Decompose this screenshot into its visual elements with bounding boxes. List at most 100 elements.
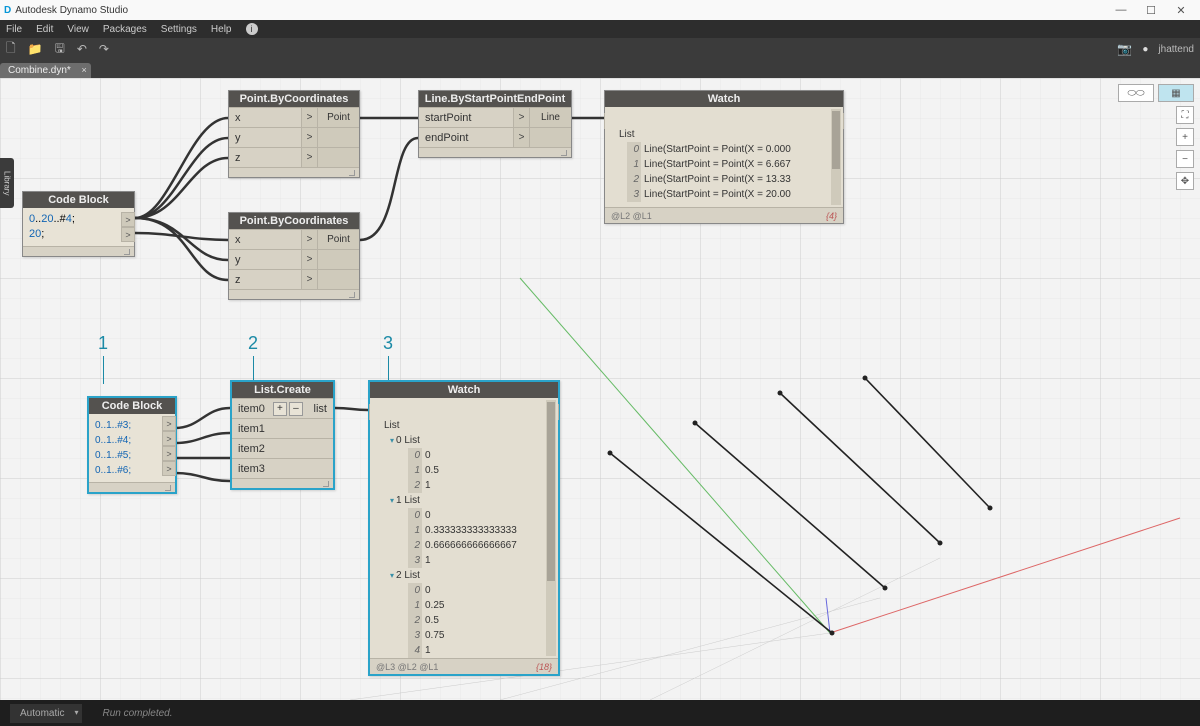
open-file-icon[interactable]: 📁 <box>28 42 43 56</box>
scrollbar[interactable] <box>831 109 841 205</box>
scrollbar[interactable] <box>546 400 556 656</box>
input-port-x[interactable]: x <box>229 112 301 124</box>
new-file-icon[interactable]: 🗋 <box>6 39 16 60</box>
input-port-item3[interactable]: item3 <box>232 463 333 475</box>
output-port-point[interactable]: Point <box>317 108 359 127</box>
node-header[interactable]: Line.ByStartPointEndPoint <box>419 91 571 107</box>
input-port-item0[interactable]: item0 <box>232 403 271 415</box>
menu-file[interactable]: File <box>6 24 22 35</box>
lacing-chevron-icon[interactable]: > <box>301 230 317 249</box>
node-header[interactable]: Code Block <box>23 192 134 208</box>
workspace-canvas[interactable]: Library ⬭⬭ ▦ ⛶ + − ✥ 1 2 3 Code Block 0.… <box>0 78 1200 700</box>
node-header[interactable]: Code Block <box>89 398 175 414</box>
node-code-block-2[interactable]: Code Block 0..1..#3; 0..1..#4; 0..1..#5;… <box>87 396 177 494</box>
resize-grip[interactable] <box>349 170 355 176</box>
app-title: Autodesk Dynamo Studio <box>15 5 128 16</box>
window-maximize-button[interactable]: ☐ <box>1136 4 1166 17</box>
watch-list-header: List <box>384 418 544 433</box>
output-port[interactable]: > <box>162 446 176 461</box>
input-port-item2[interactable]: item2 <box>232 443 333 455</box>
undo-icon[interactable]: ↶ <box>77 42 87 56</box>
redo-icon[interactable]: ↷ <box>99 42 109 56</box>
output-port-point[interactable]: Point <box>317 230 359 249</box>
output-port[interactable]: > <box>121 227 135 242</box>
code-editor[interactable]: 0..20..#4; 20; <box>23 208 134 246</box>
annotation-3: 3 <box>383 333 393 384</box>
output-port-list[interactable]: list <box>308 403 333 415</box>
lacing-chevron-icon[interactable]: > <box>301 250 317 269</box>
document-tab[interactable]: Combine.dyn* × <box>0 63 91 78</box>
document-tab-strip: Combine.dyn* × <box>0 60 1200 78</box>
save-file-icon[interactable]: 🖫 <box>55 39 65 60</box>
run-mode-dropdown[interactable]: Automatic <box>10 704 82 723</box>
watch-row: Line(StartPoint = Point(X = 6.667 <box>644 159 791 170</box>
lacing-chevron-icon[interactable]: > <box>301 148 317 167</box>
resize-grip[interactable] <box>165 485 171 491</box>
menu-packages[interactable]: Packages <box>103 24 147 35</box>
node-header[interactable]: Watch <box>370 382 558 398</box>
background-grid <box>0 78 1200 700</box>
input-port-y[interactable]: y <box>229 132 301 144</box>
node-header[interactable]: Point.ByCoordinates <box>229 213 359 229</box>
lacing-chevron-icon[interactable]: > <box>301 128 317 147</box>
add-input-button[interactable]: + <box>273 402 287 416</box>
watch-count: {18} <box>536 662 552 672</box>
zoom-out-button[interactable]: − <box>1176 150 1194 168</box>
input-port-endpoint[interactable]: endPoint <box>419 132 513 144</box>
node-header[interactable]: Point.ByCoordinates <box>229 91 359 107</box>
output-port[interactable]: > <box>121 212 135 227</box>
nav-mode-toggle[interactable]: ▦ <box>1158 84 1194 102</box>
geometry-link-toggle[interactable]: ⬭⬭ <box>1118 84 1154 102</box>
watch-row: Line(StartPoint = Point(X = 20.00 <box>644 189 791 200</box>
view-controls: ⬭⬭ ▦ ⛶ + − ✥ <box>1118 84 1194 190</box>
pan-button[interactable]: ✥ <box>1176 172 1194 190</box>
input-port-z[interactable]: z <box>229 152 301 164</box>
info-icon[interactable]: i <box>246 23 258 35</box>
input-port-x[interactable]: x <box>229 234 301 246</box>
node-watch-1[interactable]: Watch > > List 0Line(StartPoint = Point(… <box>604 90 844 224</box>
window-close-button[interactable]: ✕ <box>1166 4 1196 17</box>
document-tab-close-icon[interactable]: × <box>82 65 87 75</box>
annotation-2: 2 <box>248 333 258 384</box>
window-minimize-button[interactable]: — <box>1106 4 1136 16</box>
input-port-startpoint[interactable]: startPoint <box>419 112 513 124</box>
resize-grip[interactable] <box>349 292 355 298</box>
lacing-chevron-icon[interactable]: > <box>513 128 529 147</box>
document-tab-label: Combine.dyn* <box>8 65 71 76</box>
node-header[interactable]: Watch <box>605 91 843 107</box>
input-port-z[interactable]: z <box>229 274 301 286</box>
menu-settings[interactable]: Settings <box>161 24 197 35</box>
zoom-in-button[interactable]: + <box>1176 128 1194 146</box>
node-code-block-1[interactable]: Code Block 0..20..#4; 20; > > <box>22 191 135 257</box>
output-port-line[interactable]: Line <box>529 108 571 127</box>
input-port-item1[interactable]: item1 <box>232 423 333 435</box>
watch-count: {4} <box>826 211 837 221</box>
library-panel-tab[interactable]: Library <box>0 158 14 208</box>
node-header[interactable]: List.Create <box>232 382 333 398</box>
menu-help[interactable]: Help <box>211 24 232 35</box>
screenshot-icon[interactable]: 📷 <box>1117 42 1132 56</box>
node-watch-2[interactable]: Watch > > List ▾0 List 00 10.5 21 ▾1 Lis… <box>368 380 560 676</box>
resize-grip[interactable] <box>124 249 130 255</box>
output-port[interactable]: > <box>162 461 176 476</box>
lacing-chevron-icon[interactable]: > <box>513 108 529 127</box>
menu-edit[interactable]: Edit <box>36 24 53 35</box>
output-port[interactable]: > <box>162 416 176 431</box>
user-avatar-icon[interactable]: ● <box>1142 44 1148 55</box>
node-list-create[interactable]: List.Create item0 + – list item1 item2 i… <box>230 380 335 490</box>
input-port-y[interactable]: y <box>229 254 301 266</box>
node-point-bycoordinates-1[interactable]: Point.ByCoordinates x>Point y> z> <box>228 90 360 178</box>
output-port[interactable]: > <box>162 431 176 446</box>
resize-grip[interactable] <box>561 150 567 156</box>
remove-input-button[interactable]: – <box>289 402 303 416</box>
status-bar: Automatic Run completed. <box>0 700 1200 726</box>
node-point-bycoordinates-2[interactable]: Point.ByCoordinates x>Point y> z> <box>228 212 360 300</box>
lacing-chevron-icon[interactable]: > <box>301 270 317 289</box>
resize-grip[interactable] <box>323 481 329 487</box>
zoom-fit-button[interactable]: ⛶ <box>1176 106 1194 124</box>
annotation-1: 1 <box>98 333 108 384</box>
menu-view[interactable]: View <box>67 24 89 35</box>
lacing-chevron-icon[interactable]: > <box>301 108 317 127</box>
user-name[interactable]: jhattend <box>1158 44 1194 55</box>
node-line-bystartpointendpoint[interactable]: Line.ByStartPointEndPoint startPoint>Lin… <box>418 90 572 158</box>
